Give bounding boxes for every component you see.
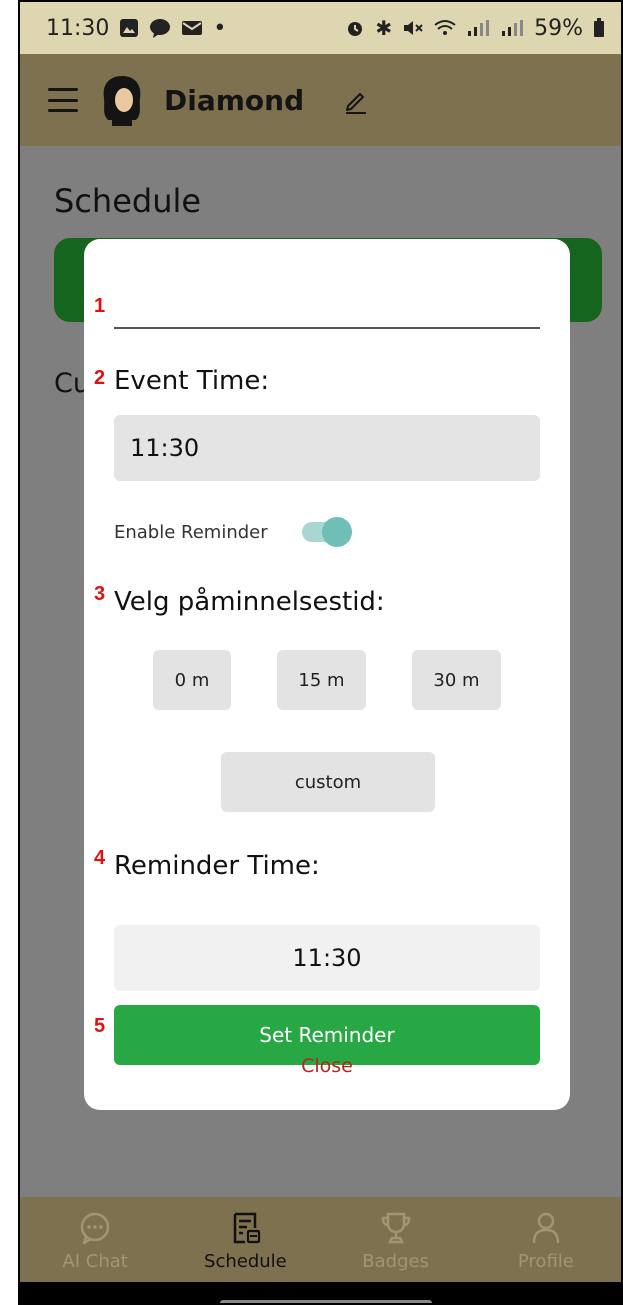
- reminder-time-field[interactable]: 11:30: [114, 925, 540, 991]
- more-notifications-dot-icon: •: [213, 15, 227, 41]
- mail-notification-icon: [182, 21, 203, 35]
- chat-icon: [80, 1212, 110, 1245]
- battery-percent: 59%: [534, 15, 583, 41]
- annotation-marker-4: 4: [94, 847, 106, 869]
- phone-frame: 11:30 • ✱ 59% Diamond Schedule Cu Event …: [18, 0, 623, 1305]
- option-15m-button[interactable]: 15 m: [277, 650, 366, 710]
- schedule-icon: [234, 1212, 261, 1244]
- app-bar: Diamond: [20, 54, 621, 146]
- battery-icon: [594, 18, 604, 37]
- option-0m-button[interactable]: 0 m: [153, 650, 231, 710]
- edit-icon[interactable]: [342, 86, 370, 114]
- signal-2-icon: [502, 20, 524, 36]
- nav-label-ai-chat: AI Chat: [62, 1251, 128, 1272]
- app-title: Diamond: [164, 83, 305, 117]
- profile-icon: [532, 1212, 560, 1244]
- bottom-nav: AI Chat Schedule Badges Profile: [20, 1197, 621, 1282]
- signal-icon: [468, 20, 490, 36]
- status-bar: 11:30 • ✱ 59%: [20, 2, 621, 54]
- nav-label-schedule: Schedule: [204, 1251, 287, 1272]
- status-left: 11:30 •: [46, 16, 226, 41]
- trophy-icon: [381, 1212, 410, 1244]
- annotation-marker-5: 5: [94, 1015, 106, 1037]
- event-time-label: Event Time:: [114, 366, 270, 396]
- reminder-choice-label: Velg påminnelsestid:: [114, 587, 385, 617]
- wifi-icon: [434, 20, 456, 35]
- status-right: ✱ 59%: [345, 16, 605, 41]
- enable-reminder-toggle[interactable]: [298, 515, 352, 549]
- nav-item-badges[interactable]: Badges: [336, 1211, 456, 1272]
- page-title: Schedule: [54, 182, 202, 220]
- menu-icon[interactable]: [48, 88, 78, 112]
- enable-reminder-row: Enable Reminder: [114, 515, 352, 549]
- character-avatar-icon: [103, 76, 141, 126]
- annotation-marker-3: 3: [94, 583, 106, 605]
- mute-icon: [404, 21, 423, 35]
- annotation-marker-2: 2: [94, 367, 106, 389]
- toggle-knob: [321, 517, 352, 547]
- avatar[interactable]: [96, 74, 148, 126]
- alarm-icon: [348, 22, 363, 36]
- close-button[interactable]: Close: [84, 1055, 570, 1077]
- option-30m-button[interactable]: 30 m: [412, 650, 501, 710]
- status-time: 11:30: [46, 15, 110, 41]
- event-title-input[interactable]: [114, 295, 540, 329]
- bluetooth-icon: ✱: [375, 16, 393, 40]
- photo-notification-icon: [120, 19, 139, 37]
- chat-notification-icon: [150, 19, 171, 38]
- nav-item-profile[interactable]: Profile: [486, 1211, 606, 1272]
- nav-item-ai-chat[interactable]: AI Chat: [35, 1211, 155, 1272]
- annotation-marker-1: 1: [94, 295, 106, 317]
- event-time-field[interactable]: 11:30: [114, 415, 540, 481]
- nav-label-badges: Badges: [362, 1251, 429, 1272]
- nav-item-schedule[interactable]: Schedule: [185, 1211, 305, 1272]
- nav-label-profile: Profile: [517, 1251, 574, 1272]
- custom-button[interactable]: custom: [221, 752, 435, 812]
- enable-reminder-label: Enable Reminder: [114, 521, 268, 543]
- reminder-dialog: Event Time: 11:30 Enable Reminder Velg p…: [84, 239, 570, 1110]
- reminder-time-label: Reminder Time:: [114, 851, 320, 881]
- home-gesture-handle[interactable]: [220, 1300, 432, 1303]
